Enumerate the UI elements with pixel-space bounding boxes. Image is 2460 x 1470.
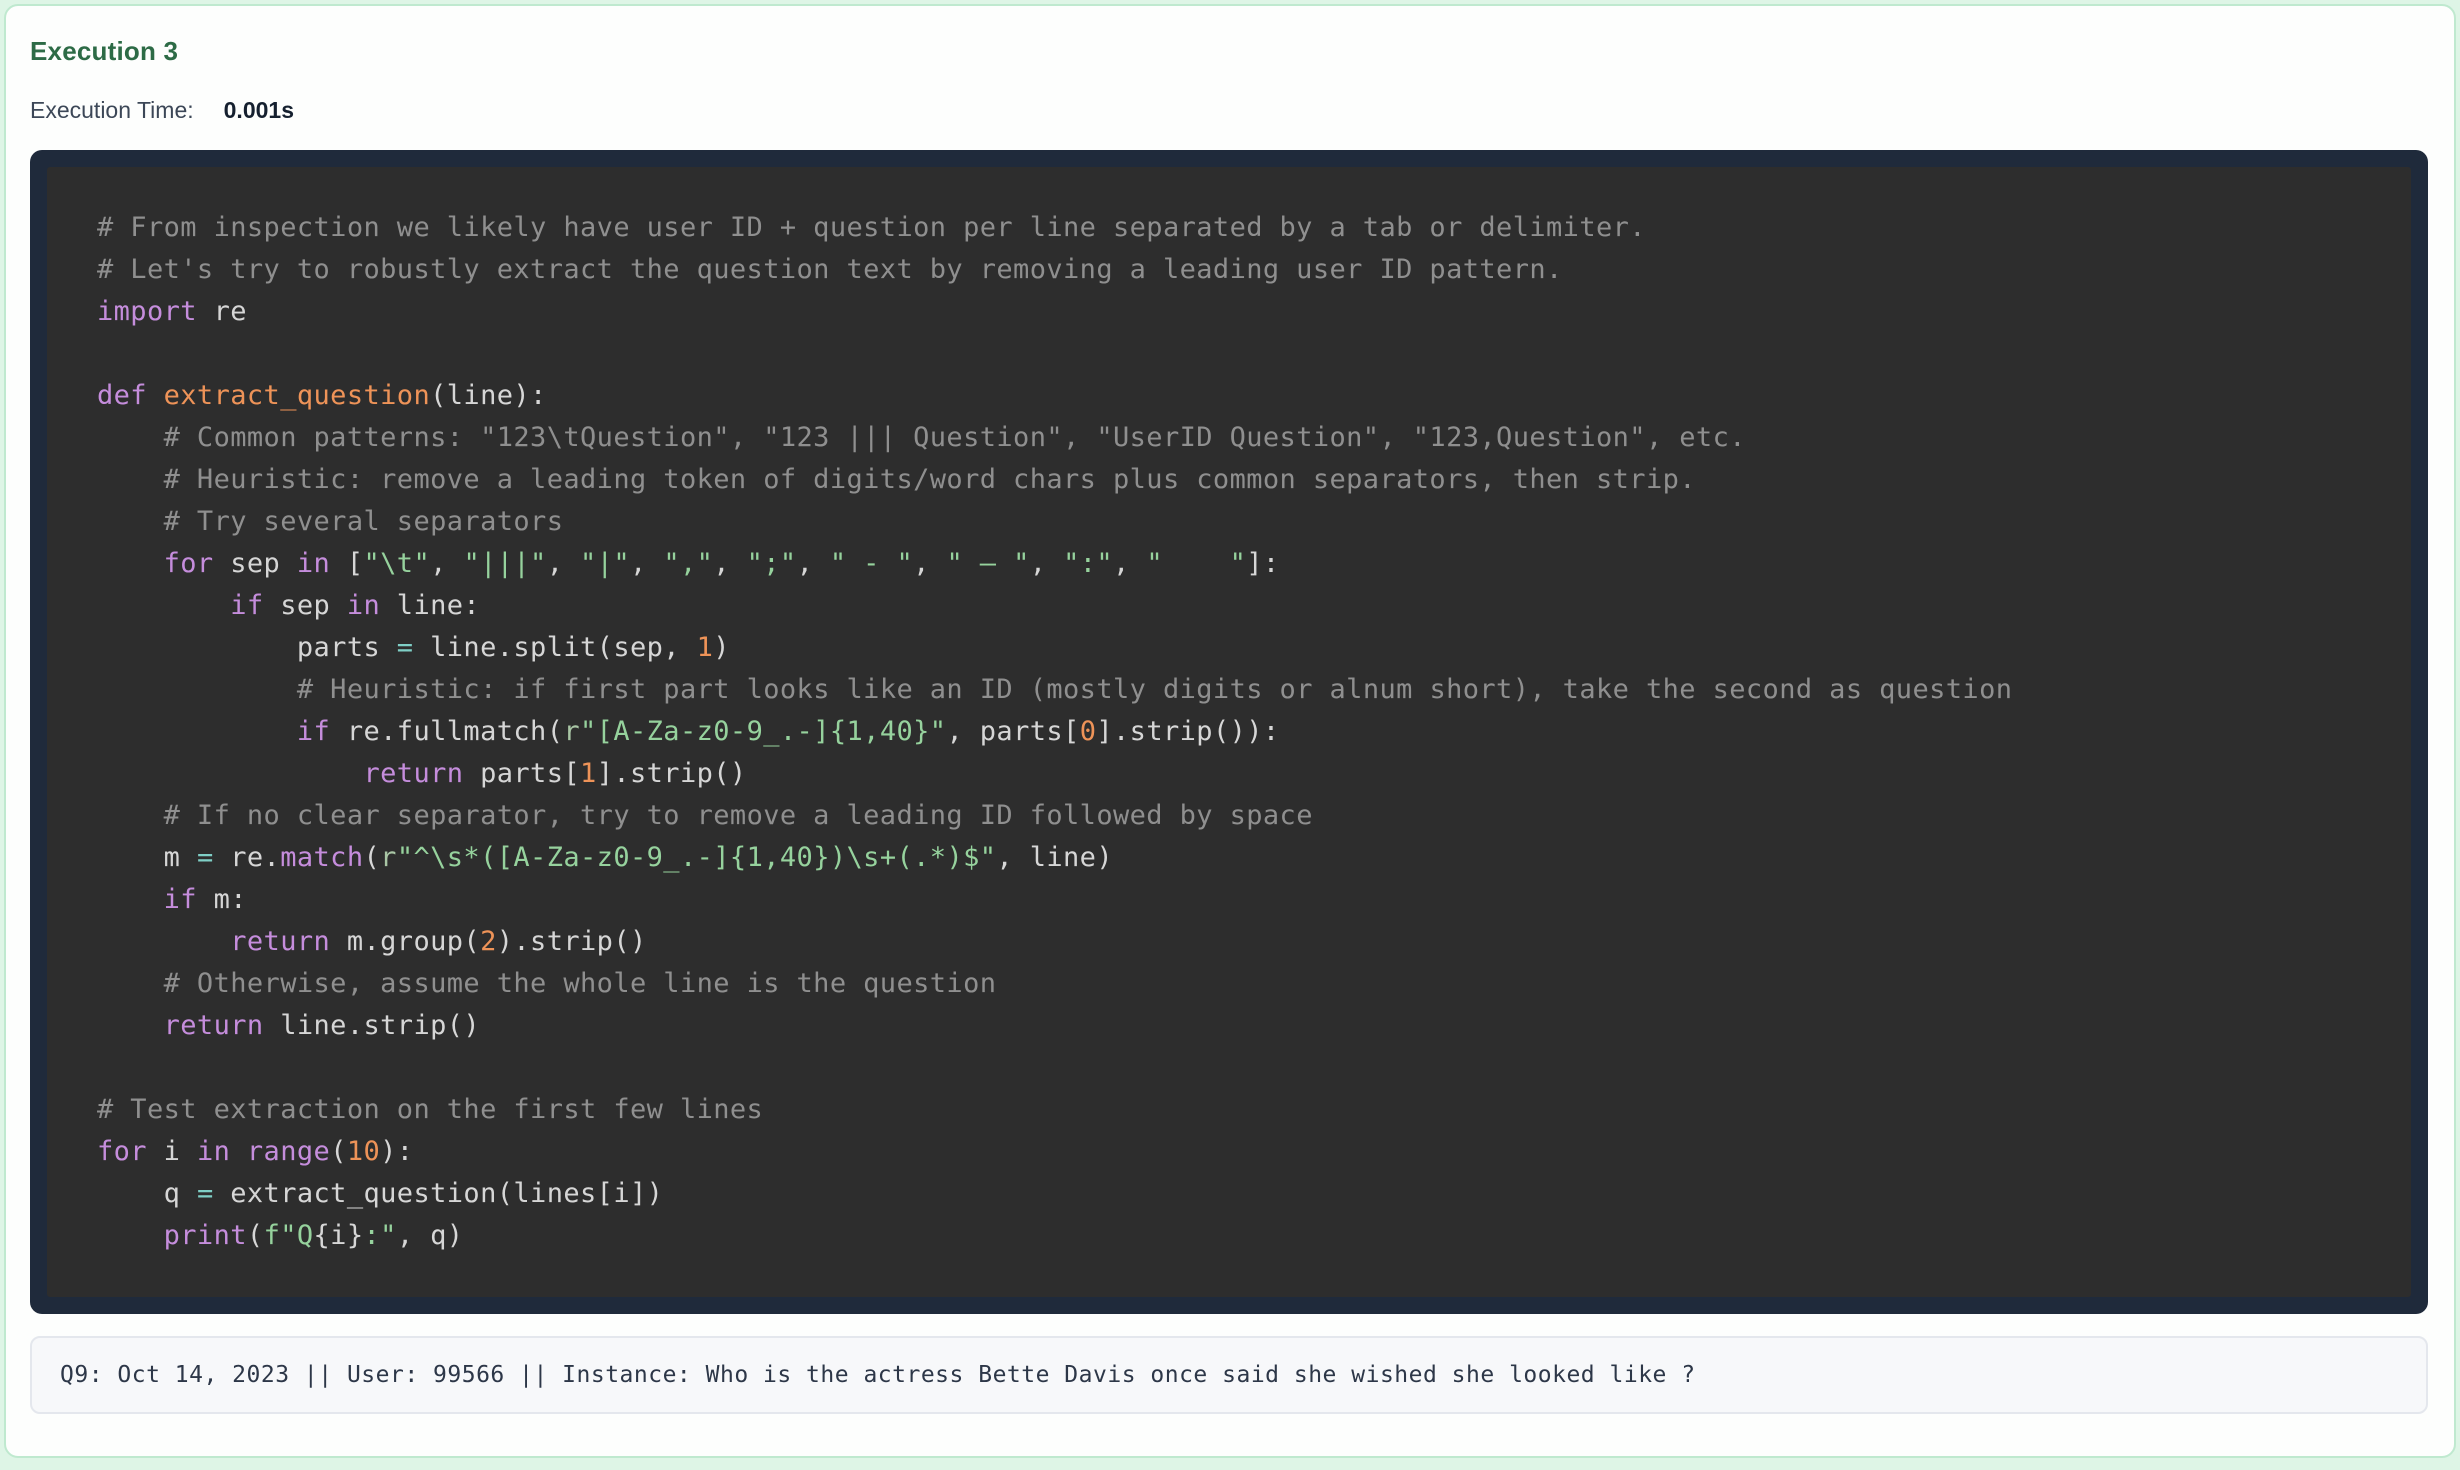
execution-time-value: 0.001s bbox=[224, 97, 294, 124]
code-editor-surface: # From inspection we likely have user ID… bbox=[47, 167, 2411, 1297]
execution-card: Execution 3 Execution Time: 0.001s # Fro… bbox=[4, 4, 2456, 1458]
execution-time-row: Execution Time: 0.001s bbox=[30, 97, 2428, 124]
execution-title: Execution 3 bbox=[30, 36, 2428, 67]
code-block: # From inspection we likely have user ID… bbox=[30, 150, 2428, 1314]
output-box: Q9: Oct 14, 2023 || User: 99566 || Insta… bbox=[30, 1336, 2428, 1414]
code-content: # From inspection we likely have user ID… bbox=[97, 207, 2411, 1257]
output-text: Q9: Oct 14, 2023 || User: 99566 || Insta… bbox=[60, 1362, 2398, 1388]
execution-time-label: Execution Time: bbox=[30, 97, 194, 124]
